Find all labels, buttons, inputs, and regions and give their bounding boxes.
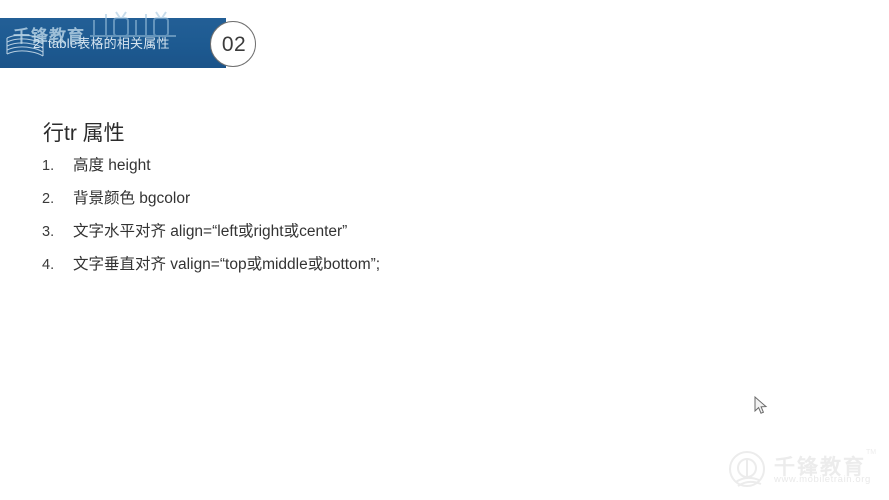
section-number-label: 02	[221, 33, 247, 56]
list-item-number: 3.	[42, 224, 55, 240]
list-item-label: 文字水平对齐 align=“left或right或center”	[73, 223, 348, 240]
list-item: 4. 文字垂直对齐 valign=“top或middle或bottom”;	[42, 252, 842, 285]
list-item-number: 4.	[42, 257, 55, 273]
slide-canvas: 2. table表格的相关属性 千锋教育 02 行tr 属性 1. 高度 hei…	[0, 0, 889, 500]
list-item: 3. 文字水平对齐 align=“left或right或center”	[42, 219, 842, 252]
qianfeng-circle-logo-icon	[729, 451, 765, 487]
list-item-label: 背景颜色 bgcolor	[73, 190, 191, 207]
list-item-label: 高度 height	[73, 157, 151, 174]
corner-watermark: 千锋教育 TM www.mobiletrain.org	[726, 447, 886, 495]
list-item: 2. 背景颜色 bgcolor	[42, 186, 842, 219]
corner-watermark-tm: TM	[866, 449, 877, 456]
page-title: 行tr 属性	[43, 122, 125, 145]
attribute-list: 1. 高度 height 2. 背景颜色 bgcolor 3. 文字水平对齐 a…	[42, 153, 842, 285]
list-item: 1. 高度 height	[42, 153, 842, 186]
bilibili-logo-icon	[90, 11, 176, 37]
list-item-number: 2.	[42, 191, 55, 207]
list-item-label: 文字垂直对齐 valign=“top或middle或bottom”;	[73, 256, 381, 273]
corner-watermark-url: www.mobiletrain.org	[774, 474, 871, 485]
mouse-pointer-icon	[754, 396, 768, 414]
list-item-number: 1.	[42, 158, 55, 174]
header-brand-watermark: 千锋教育	[13, 27, 85, 46]
section-number-badge: 02	[210, 21, 256, 67]
